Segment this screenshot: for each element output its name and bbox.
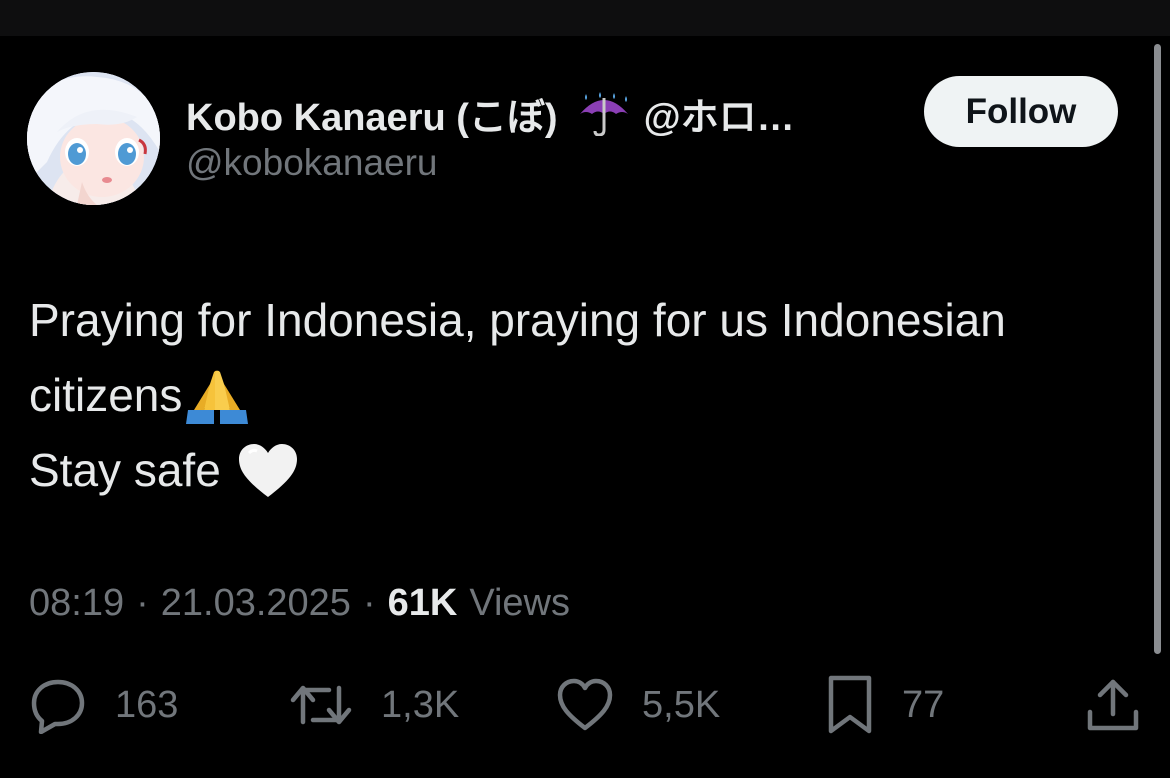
tweet-text-line-1: Praying for Indonesia, praying for us In… (29, 294, 1006, 346)
author-affiliation: @ホロ… (643, 96, 795, 139)
umbrella-with-rain-icon (576, 90, 632, 137)
bookmark-icon (826, 674, 874, 736)
avatar[interactable] (27, 72, 160, 205)
heart-icon (556, 676, 614, 734)
tweet-text-line-3: Stay safe (29, 444, 221, 496)
share-icon (1085, 676, 1141, 734)
repost-button[interactable]: 1,3K (289, 670, 459, 740)
action-bar: 163 1,3K 5,5K 77 (0, 670, 1170, 740)
white-heart-icon (237, 441, 303, 501)
share-button[interactable] (1085, 670, 1141, 740)
meta-separator: · (362, 581, 376, 624)
reply-icon (29, 676, 87, 734)
author-display-name[interactable]: Kobo Kanaeru (こぼ) (186, 86, 558, 141)
tweet-line: citizens (29, 358, 1139, 433)
author-name-row[interactable]: Kobo Kanaeru (こぼ) @ホロ… (186, 86, 795, 140)
repost-icon (289, 676, 353, 734)
views-count[interactable]: 61K (388, 582, 458, 625)
meta-separator: · (136, 581, 149, 624)
views-label[interactable]: Views (469, 582, 570, 625)
like-count: 5,5K (642, 683, 721, 726)
tweet-meta: 08:19 · 21.03.2025 · 61K Views (29, 578, 570, 628)
folded-hands-icon (184, 366, 250, 426)
scrollbar[interactable] (1154, 44, 1161, 654)
top-bar (0, 0, 1170, 36)
repost-count: 1,3K (381, 683, 460, 726)
author-handle[interactable]: @kobokanaeru (186, 142, 438, 184)
bookmark-count: 77 (902, 683, 945, 726)
tweet-line: Stay safe (29, 433, 1139, 508)
like-button[interactable]: 5,5K (556, 670, 720, 740)
reply-count: 163 (115, 683, 179, 726)
tweet-time[interactable]: 08:19 (29, 582, 124, 625)
tweet-text: Praying for Indonesia, praying for us In… (29, 283, 1139, 508)
tweet-date[interactable]: 21.03.2025 (161, 582, 351, 625)
reply-button[interactable]: 163 (29, 670, 178, 740)
follow-button[interactable]: Follow (924, 76, 1118, 147)
bookmark-button[interactable]: 77 (826, 670, 944, 740)
tweet-line: Praying for Indonesia, praying for us In… (29, 283, 1139, 358)
tweet-text-line-2: citizens (29, 369, 183, 421)
